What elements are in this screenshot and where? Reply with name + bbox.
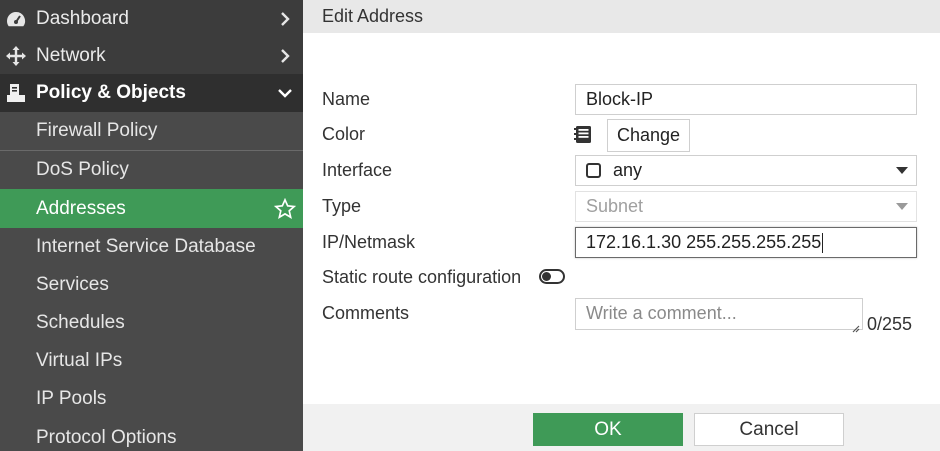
dropdown-arrow-icon (896, 167, 908, 174)
sidebar-item-label: Policy & Objects (36, 82, 186, 103)
sidebar-subitem-label: IP Pools (36, 388, 107, 409)
type-value: Subnet (586, 196, 644, 216)
text-cursor (822, 232, 824, 253)
color-swatch-icon (573, 125, 593, 145)
ok-button[interactable]: OK (533, 413, 683, 446)
comments-counter: 0/255 (867, 314, 913, 334)
toggle-knob (542, 272, 551, 281)
sidebar-item-label: Dashboard (36, 7, 129, 29)
sidebar-subitem-label: Firewall Policy (36, 120, 158, 141)
chevron-down-icon (277, 85, 293, 101)
name-label: Name (322, 89, 371, 109)
sidebar-item-policy-objects[interactable]: Policy & Objects (0, 74, 303, 112)
interface-label: Interface (322, 160, 393, 180)
sidebar-subitem-addresses[interactable]: Addresses (0, 189, 303, 228)
sidebar-subitem-ip-pools[interactable]: IP Pools (0, 380, 303, 418)
change-color-button[interactable]: Change (607, 119, 690, 152)
comments-textarea[interactable]: Write a comment... (575, 298, 863, 333)
sidebar-subitem-label: Protocol Options (36, 427, 177, 448)
dropdown-arrow-icon (896, 203, 908, 210)
dialog-title: Edit Address (322, 6, 424, 26)
sidebar-subitem-label: Internet Service Database (36, 236, 256, 257)
chevron-right-icon (277, 11, 293, 27)
sidebar-subitem-protocol-options[interactable]: Protocol Options (0, 418, 303, 451)
sidebar-item-dashboard[interactable]: Dashboard (0, 0, 303, 37)
static-route-toggle[interactable] (539, 269, 565, 284)
interface-select[interactable]: any (575, 155, 917, 186)
static-route-label: Static route configuration (322, 267, 522, 287)
sidebar-subitem-firewall-policy[interactable]: Firewall Policy (0, 112, 303, 151)
sidebar-subitem-schedules[interactable]: Schedules (0, 304, 303, 342)
ip-netmask-value: 172.16.1.30 255.255.255.255 (586, 232, 822, 252)
sidebar-subitem-label: Services (36, 274, 109, 295)
dialog-footer: OK Cancel (303, 404, 940, 451)
sidebar-subitem-internet-service-database[interactable]: Internet Service Database (0, 228, 303, 266)
comments-placeholder: Write a comment... (586, 303, 737, 323)
comments-label: Comments (322, 303, 410, 323)
sidebar-subitem-services[interactable]: Services (0, 266, 303, 304)
dialog-header: Edit Address (303, 0, 940, 33)
policy-document-icon (6, 83, 26, 103)
type-select: Subnet (575, 191, 917, 222)
sidebar-item-label: Network (36, 44, 106, 66)
chevron-right-icon (277, 48, 293, 64)
name-input[interactable]: Block-IP (575, 84, 917, 115)
interface-checkbox-icon (586, 163, 601, 178)
sidebar-subitem-label: Schedules (36, 312, 125, 333)
move-arrows-icon (6, 45, 26, 66)
cancel-button[interactable]: Cancel (694, 413, 844, 446)
gauge-icon (6, 9, 26, 29)
edit-address-dialog: Edit Address Name Block-IP Color Change … (303, 0, 940, 451)
name-value: Block-IP (586, 89, 654, 109)
star-favorite-icon[interactable] (273, 197, 297, 221)
sidebar-subitem-label: Addresses (36, 197, 126, 219)
sidebar-subitem-dos-policy[interactable]: DoS Policy (0, 151, 303, 189)
ip-netmask-label: IP/Netmask (322, 232, 416, 252)
sidebar-subitem-label: DoS Policy (36, 159, 129, 180)
resize-grip-icon[interactable] (850, 317, 860, 333)
interface-value: any (613, 160, 643, 180)
sidebar: Dashboard Network Policy & Objects Firew… (0, 0, 303, 451)
color-label: Color (322, 124, 366, 144)
type-label: Type (322, 196, 362, 216)
sidebar-subitem-label: Virtual IPs (36, 350, 123, 371)
sidebar-subitem-virtual-ips[interactable]: Virtual IPs (0, 342, 303, 380)
sidebar-item-network[interactable]: Network (0, 37, 303, 74)
ip-netmask-input[interactable]: 172.16.1.30 255.255.255.255 (575, 227, 917, 258)
